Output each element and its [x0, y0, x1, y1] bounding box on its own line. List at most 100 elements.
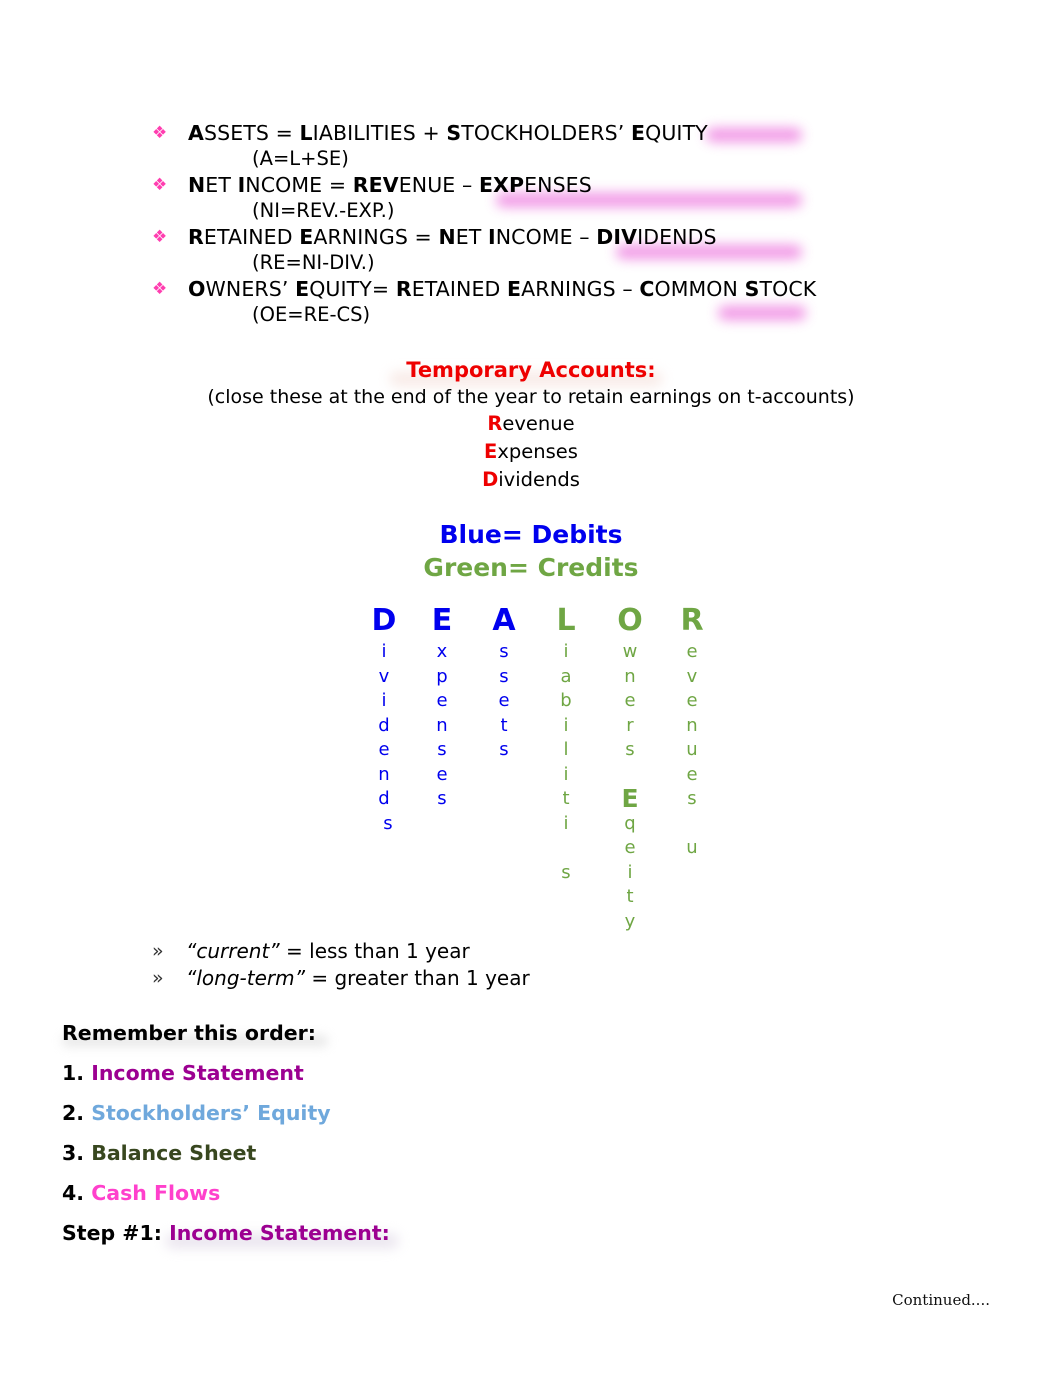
acrostic-column-e: Expenses: [420, 602, 464, 812]
diamond-bullet-icon: ❖: [152, 227, 168, 247]
term-rest-current: = less than 1 year: [279, 939, 470, 963]
acrostic-initial-d: D: [371, 603, 397, 638]
formula-segment: OMMON: [654, 277, 745, 301]
formula-initial: E: [507, 277, 522, 301]
temporary-account-item: Dividends: [0, 466, 1062, 494]
term-rest-long-term: = greater than 1 year: [304, 966, 530, 990]
formula-initial: E: [295, 277, 310, 301]
acrostic-letter: i: [381, 641, 387, 662]
term-quoted-long-term: “long-term”: [186, 966, 305, 990]
acrostic-letter: e: [686, 641, 698, 662]
formula-segment: TOCKHOLDERS’: [461, 121, 631, 145]
formula-row: ❖ ASSETS = LIABILITIES + STOCKHOLDERS’ E…: [152, 120, 912, 146]
formula-abbrev-net-income: (NI=REV.-EXP.): [252, 199, 395, 222]
step-one-prefix: Step #1:: [62, 1221, 170, 1245]
acrostic-letter: e: [686, 763, 698, 785]
diamond-bullet-icon: ❖: [152, 123, 168, 143]
temporary-account-initial: D: [482, 468, 499, 491]
order-item-cash-flows: 4. Cash Flows: [62, 1173, 390, 1213]
order-number: 1.: [62, 1061, 85, 1085]
temporary-account-rest: xpenses: [497, 440, 578, 463]
acrostic-letter: q: [624, 812, 636, 834]
formula-abbrev-row: (A=L+SE): [152, 146, 912, 172]
formula-initial: S: [446, 121, 462, 145]
formula-segment: ENUE –: [398, 173, 479, 197]
acrostic-initial-o: O: [617, 603, 643, 638]
acrostic-gap: [544, 836, 588, 861]
acrostic-letter: d: [378, 788, 390, 809]
formula-initial: N: [438, 225, 456, 249]
term-quoted-current: “current”: [186, 939, 280, 963]
formula-text-retained-earnings: RETAINED EARNINGS = NET INCOME – DIVIDEN…: [188, 224, 717, 250]
formula-segment: ARNINGS –: [521, 277, 640, 301]
formula-segment: ETAINED: [203, 225, 300, 249]
acrostic-initial-e: E: [431, 603, 453, 638]
acrostic-letter: s: [499, 665, 509, 687]
order-label: Stockholders’ Equity: [91, 1101, 331, 1125]
legend-blue-debits: Blue= Debits: [439, 520, 623, 549]
formula-segment: ET: [455, 225, 488, 249]
order-label: Cash Flows: [91, 1181, 221, 1205]
formula-segment: ETAINED: [411, 277, 508, 301]
acrostic-letter: s: [625, 739, 635, 760]
order-label: Income Statement: [91, 1061, 304, 1085]
acrostic-letter: i: [563, 714, 569, 736]
acrostic-letter: v: [686, 665, 698, 687]
formula-segment: WNERS’: [205, 277, 296, 301]
formula-segment: ET: [205, 173, 238, 197]
acrostic-letter: u: [686, 837, 698, 858]
acrostic-letter: E: [621, 784, 639, 813]
formula-segment: ARNINGS =: [313, 225, 439, 249]
order-heading: Remember this order:: [62, 1021, 316, 1045]
formula-initial: REV: [352, 173, 399, 197]
formula-row: ❖ RETAINED EARNINGS = NET INCOME – DIVID…: [152, 224, 912, 250]
acrostic-letter: e: [436, 763, 448, 785]
acrostic-letter: a: [560, 665, 572, 687]
formula-list: ❖ ASSETS = LIABILITIES + STOCKHOLDERS’ E…: [152, 120, 912, 328]
order-item-income-statement: 1. Income Statement: [62, 1053, 390, 1093]
order-item-balance-sheet: 3. Balance Sheet: [62, 1133, 390, 1173]
acrostic-column-l: Liabiliti s: [544, 602, 588, 885]
acrostic-letter: n: [378, 763, 390, 785]
acrostic-letter: x: [436, 641, 448, 662]
acrostic-letter: w: [622, 641, 638, 662]
formula-segment: IDENDS: [637, 225, 717, 249]
acrostic-letter: e: [624, 690, 636, 711]
acrostic-letter: y: [624, 910, 636, 932]
order-label: Balance Sheet: [91, 1141, 257, 1165]
acrostic-column-o: Owners Eqeity: [608, 602, 652, 934]
acrostic-letter: i: [563, 812, 569, 834]
formula-initial: N: [188, 173, 206, 197]
acrostic-initial-l: L: [556, 603, 576, 638]
acrostic-letter: i: [627, 861, 633, 883]
legend-green-credits: Green= Credits: [423, 553, 639, 582]
formula-abbrev-row: (RE=NI-DIV.): [152, 250, 912, 276]
acrostic-letter: n: [436, 714, 448, 736]
order-item-stockholders-equity: 2. Stockholders’ Equity: [62, 1093, 390, 1133]
order-number: 3.: [62, 1141, 85, 1165]
formula-initial: A: [188, 121, 204, 145]
acrostic-letter: s: [687, 788, 697, 809]
acrostic-letter: e: [624, 837, 636, 858]
formula-initial: E: [630, 121, 646, 145]
formula-segment: NCOME =: [245, 173, 353, 197]
order-number: 2.: [62, 1101, 85, 1125]
temporary-account-rest: ividends: [498, 468, 580, 491]
acrostic-letter: s: [437, 739, 447, 760]
formula-initial: EXP: [478, 173, 525, 197]
temporary-account-initial: E: [484, 440, 498, 463]
formula-segment: ENSES: [524, 173, 592, 197]
formula-abbrev-retained-earnings: (RE=NI-DIV.): [252, 251, 375, 274]
acrostic-letter: s: [383, 812, 393, 834]
acrostic-column-d: Dividends: [362, 602, 406, 836]
acrostic-letter: t: [562, 788, 570, 809]
formula-abbrev-row: (NI=REV.-EXP.): [152, 198, 912, 224]
acrostic-letter: s: [561, 861, 571, 883]
acrostic-letter: u: [686, 739, 698, 760]
formula-initial: L: [299, 121, 313, 145]
temporary-accounts-note: (close these at the end of the year to r…: [207, 386, 855, 408]
formula-segment: IABILITIES +: [312, 121, 447, 145]
diamond-bullet-icon: ❖: [152, 175, 168, 195]
formula-segment: NCOME –: [495, 225, 597, 249]
formula-abbrev-owners-equity: (OE=RE-CS): [252, 303, 371, 326]
